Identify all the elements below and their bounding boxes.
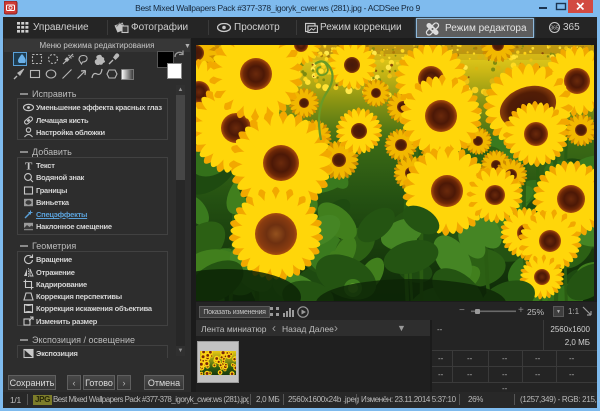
svg-text:365: 365 — [550, 26, 559, 32]
svg-text:T: T — [25, 161, 33, 172]
